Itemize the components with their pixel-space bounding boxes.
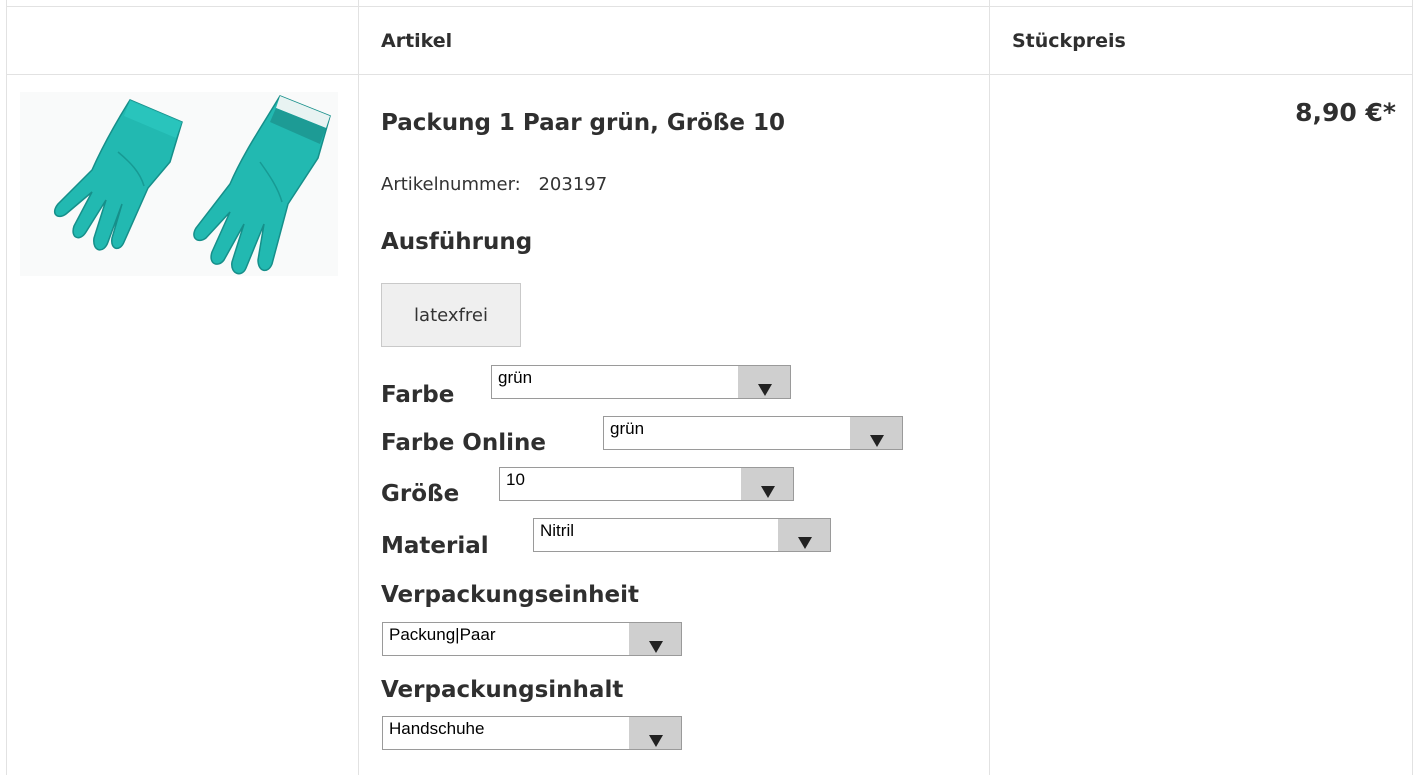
verpackungseinheit-label: Verpackungseinheit (381, 582, 640, 608)
header-divider (6, 74, 1412, 75)
verpackungsinhalt-select-value: Handschuhe (389, 719, 485, 738)
chevron-down-icon (741, 468, 793, 500)
variant-option-latexfrei[interactable]: latexfrei (381, 283, 521, 347)
farbe-select-value: grün (498, 368, 533, 387)
table-border-right (1412, 0, 1413, 775)
chevron-down-icon (850, 417, 902, 449)
groesse-label: Größe (381, 481, 460, 507)
groesse-select[interactable]: 10 (499, 467, 794, 501)
column-header-article: Artikel (381, 30, 453, 52)
chevron-down-icon (738, 366, 790, 398)
column-divider-2 (989, 0, 990, 775)
chevron-down-icon (778, 519, 830, 551)
column-header-unit-price: Stückpreis (1012, 30, 1126, 52)
table-border-top (6, 6, 1412, 7)
farbe-online-label: Farbe Online (381, 430, 546, 456)
product-table: Artikel Stückpreis Packung 1 Paar grün, … (0, 0, 1416, 775)
material-label: Material (381, 533, 489, 559)
chevron-down-icon (629, 717, 681, 749)
unit-price: 8,90 €* (1295, 98, 1396, 127)
chevron-down-icon (629, 623, 681, 655)
farbe-select[interactable]: grün (491, 365, 791, 399)
product-image[interactable] (20, 92, 338, 276)
farbe-label: Farbe (381, 382, 455, 408)
article-number-value: 203197 (538, 174, 608, 195)
verpackungseinheit-select-value: Packung|Paar (389, 625, 496, 644)
groesse-select-value: 10 (506, 470, 525, 489)
verpackungsinhalt-label: Verpackungsinhalt (381, 677, 624, 703)
product-title: Packung 1 Paar grün, Größe 10 (381, 110, 786, 136)
material-select-value: Nitril (540, 521, 574, 540)
verpackungsinhalt-select[interactable]: Handschuhe (382, 716, 682, 750)
verpackungseinheit-select[interactable]: Packung|Paar (382, 622, 682, 656)
article-number-row: Artikelnummer: 203197 (381, 174, 607, 195)
article-number-label: Artikelnummer: (381, 174, 521, 195)
column-divider-1 (358, 0, 359, 775)
variant-heading: Ausführung (381, 229, 533, 255)
material-select[interactable]: Nitril (533, 518, 831, 552)
table-border-left (6, 0, 7, 775)
farbe-online-select[interactable]: grün (603, 416, 903, 450)
farbe-online-select-value: grün (610, 419, 645, 438)
